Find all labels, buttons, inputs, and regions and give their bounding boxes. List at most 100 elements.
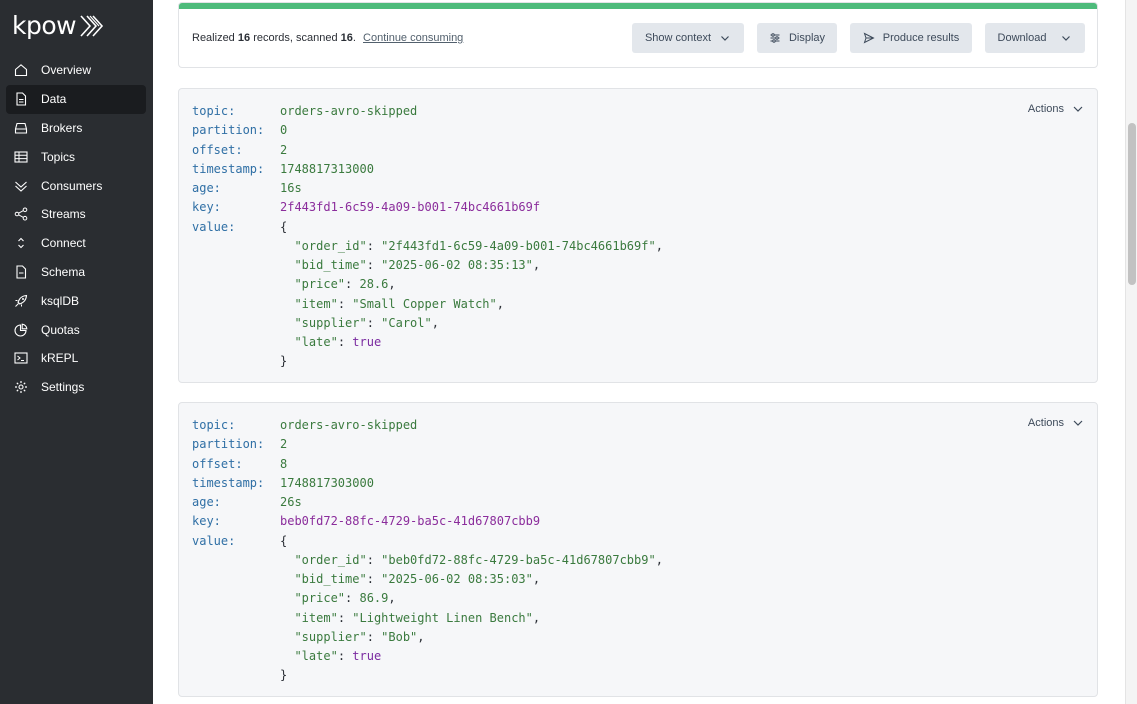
key-value: beb0fd72-88fc-4729-ba5c-41d67807cbb9: [280, 514, 541, 529]
vertical-scrollbar[interactable]: [1125, 0, 1137, 704]
offset-label: offset:: [192, 456, 243, 471]
show-context-button[interactable]: Show context: [632, 23, 744, 53]
value-label: value:: [192, 533, 236, 548]
broker-icon: [14, 121, 28, 135]
actions-dropdown[interactable]: Actions: [1028, 417, 1084, 429]
sidebar-item-label: ksqlDB: [41, 293, 80, 308]
sidebar-item-schema[interactable]: Schema: [6, 258, 146, 287]
json-open-brace: {: [280, 533, 288, 548]
sidebar-item-data[interactable]: Data: [6, 84, 146, 114]
value-row: value: {: [192, 218, 663, 237]
sidebar-item-settings[interactable]: Settings: [6, 373, 146, 402]
json-value-block: "order_id": "2f443fd1-6c59-4a09-b001-74b…: [192, 237, 663, 353]
json-field-line: "bid_time": "2025-06-02 08:35:03",: [294, 572, 541, 586]
sidebar-item-brokers[interactable]: Brokers: [6, 114, 146, 143]
sidebar-item-label: Schema: [41, 264, 86, 279]
sidebar-item-label: Streams: [41, 207, 86, 222]
json-value-block: "order_id": "beb0fd72-88fc-4729-ba5c-41d…: [192, 551, 662, 667]
key-value: 2f443fd1-6c59-4a09-b001-74bc4661b69f: [280, 200, 541, 215]
download-button[interactable]: Download: [985, 23, 1085, 53]
json-field-line: "late": true: [294, 335, 382, 349]
consumers-chevron-icon: [14, 179, 28, 193]
record-fields: topic: orders-avro-skipped partition: 0 of…: [192, 102, 663, 372]
json-value: "Lightweight Linen Bench": [352, 610, 533, 625]
actions-label: Actions: [1027, 103, 1064, 115]
actions-label: Actions: [1027, 417, 1064, 429]
sidebar-item-overview[interactable]: Overview: [6, 56, 146, 85]
produce-results-button[interactable]: Produce results: [850, 23, 972, 53]
sidebar-item-label: Connect: [41, 236, 86, 251]
json-key: "price": [294, 277, 346, 292]
continue-consuming-link[interactable]: Continue consuming: [363, 32, 463, 44]
sidebar-item-label: Data: [41, 92, 67, 107]
json-close-brace: }: [280, 354, 288, 369]
connect-arrows-icon: [14, 236, 28, 250]
progress-bar: [179, 3, 1097, 9]
timestamp-row: timestamp: 1748817313000: [192, 160, 663, 179]
show-context-label: Show context: [644, 32, 712, 44]
json-field-line: "late": true: [294, 649, 382, 663]
topics-table-icon: [14, 150, 28, 164]
value-row: value: {: [192, 532, 663, 551]
partition-label: partition:: [192, 123, 265, 138]
sidebar-item-krepl[interactable]: kREPL: [6, 344, 146, 373]
offset-row: offset: 8: [192, 455, 663, 474]
summary-prefix: Realized: [192, 32, 235, 44]
sidebar-item-label: Brokers: [41, 120, 83, 135]
sidebar-item-label: Quotas: [41, 322, 80, 337]
summary-suffix: .: [352, 32, 356, 44]
sidebar-item-topics[interactable]: Topics: [6, 142, 146, 171]
json-key: "price": [294, 591, 346, 606]
document-icon: [14, 92, 28, 106]
json-value: "Small Copper Watch": [352, 296, 497, 311]
display-button[interactable]: Display: [757, 23, 837, 53]
kpow-logo[interactable]: kpow: [12, 12, 105, 40]
age-row: age: 16s: [192, 179, 663, 198]
record-card: Actions topic: orders-avro-skipped partit…: [178, 88, 1098, 383]
chevron-down-icon: [1073, 106, 1083, 112]
scanned-count: 16: [340, 32, 353, 44]
scrollbar-thumb[interactable]: [1128, 123, 1136, 285]
json-value: true: [352, 335, 382, 349]
value-label: value:: [192, 219, 236, 234]
chevron-down-icon: [1073, 420, 1083, 426]
json-key: "order_id": [294, 238, 367, 253]
chevron-down-icon: [1062, 36, 1071, 41]
chevron-down-icon: [721, 36, 729, 41]
sidebar-item-connect[interactable]: Connect: [6, 229, 146, 258]
age-label: age:: [192, 181, 221, 195]
json-field-line: "price": 86.9,: [294, 591, 396, 606]
age-value: 26s: [280, 495, 302, 509]
offset-label: offset:: [192, 142, 243, 157]
summary-text: Realized 16 records, scanned 16. Continu…: [192, 32, 463, 44]
topic-value: orders-avro-skipped: [280, 418, 418, 432]
json-key: "item": [294, 296, 338, 311]
json-value: "beb0fd72-88fc-4729-ba5c-41d67807cbb9": [381, 552, 656, 567]
json-field-line: "supplier": "Carol",: [294, 315, 439, 330]
partition-value: 0: [280, 123, 288, 138]
age-value: 16s: [280, 181, 302, 195]
json-key: "supplier": [294, 315, 367, 330]
key-row: key: 2f443fd1-6c59-4a09-b001-74bc4661b69f: [192, 198, 663, 217]
send-icon: [863, 32, 875, 44]
sidebar-item-label: Topics: [41, 149, 76, 164]
json-key: "item": [294, 610, 338, 625]
sidebar-item-streams[interactable]: Streams: [6, 200, 146, 229]
home-icon: [14, 63, 28, 77]
key-label: key:: [192, 200, 221, 215]
sliders-icon: [770, 33, 780, 43]
json-value: "2025-06-02 08:35:13": [381, 258, 533, 272]
share-nodes-icon: [14, 207, 28, 221]
sidebar-item-quotas[interactable]: Quotas: [6, 315, 146, 344]
sidebar-item-consumers[interactable]: Consumers: [6, 171, 146, 200]
json-field-line: "item": "Small Copper Watch",: [294, 296, 504, 311]
sidebar-nav: Overview Data Brokers Topics Consumers S…: [6, 56, 146, 402]
sidebar-item-label: kREPL: [41, 351, 79, 366]
json-value: "Bob": [381, 629, 418, 644]
logo-text: kpow: [12, 11, 77, 40]
sidebar-item-label: Overview: [41, 63, 92, 78]
json-field-line: "order_id": "2f443fd1-6c59-4a09-b001-74b…: [294, 238, 663, 253]
actions-dropdown[interactable]: Actions: [1028, 103, 1084, 115]
sidebar-item-ksqldb[interactable]: ksqlDB: [6, 286, 146, 315]
timestamp-row: timestamp: 1748817303000: [192, 474, 663, 493]
